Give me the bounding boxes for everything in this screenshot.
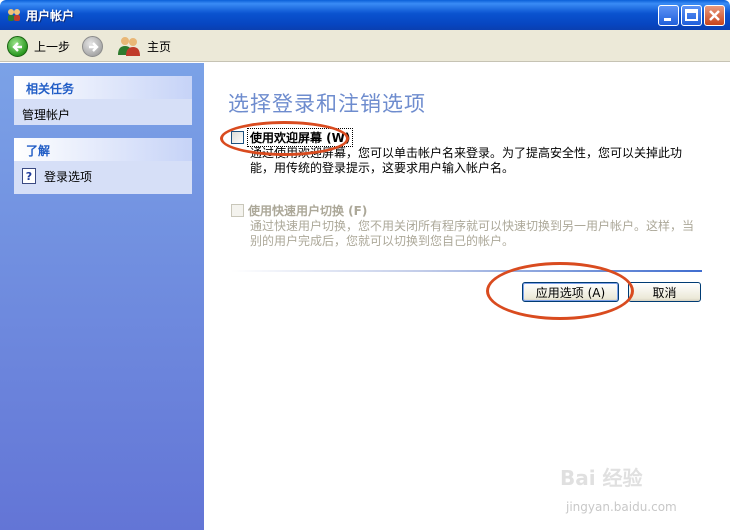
welcome-desc-line1: 通过使用欢迎屏幕，您可以单击帐户名来登录。为了提高安全性，您可以关掉此功 <box>250 146 683 160</box>
window-title: 用户帐户 <box>26 9 75 23</box>
fast-user-switching-description: 通过快速用户切换，您不用关闭所有程序就可以快速切换到另一用户帐户。这样，当 别的… <box>250 219 711 249</box>
divider <box>231 270 702 272</box>
welcome-desc-line2: 能，用传统的登录提示，这要求用户输入帐户名。 <box>250 161 515 175</box>
back-label: 上一步 <box>34 39 71 54</box>
related-tasks-heading: 相关任务 <box>14 76 192 99</box>
related-tasks-panel: 相关任务 管理帐户 <box>14 76 192 125</box>
fast-user-switching-label[interactable]: 使用快速用户切换 (F) <box>248 202 367 219</box>
fast-switch-desc-line1: 通过快速用户切换，您不用关闭所有程序就可以快速切换到另一用户帐户。这样，当 <box>250 219 695 233</box>
welcome-screen-description: 通过使用欢迎屏幕，您可以单击帐户名来登录。为了提高安全性，您可以关掉此功 能，用… <box>250 146 711 176</box>
back-arrow-icon <box>7 35 28 57</box>
toolbar: 上一步 主页 <box>0 30 730 62</box>
maximize-button[interactable] <box>681 5 702 26</box>
welcome-screen-checkbox[interactable] <box>231 130 244 144</box>
welcome-screen-label[interactable]: 使用欢迎屏幕 (W) <box>246 127 354 147</box>
task-pane: 相关任务 管理帐户 了解 ? 登录选项 <box>0 63 204 530</box>
learn-heading: 了解 <box>14 138 192 161</box>
users-app-icon <box>8 9 20 21</box>
home-button[interactable]: 主页 <box>117 34 171 58</box>
baidu-watermark-url: jingyan.baidu.com <box>566 500 677 514</box>
close-button[interactable] <box>704 5 725 26</box>
welcome-screen-option: 使用欢迎屏幕 (W) 通过使用欢迎屏幕，您可以单击帐户名来登录。为了提高安全性，… <box>231 127 711 176</box>
page-title: 选择登录和注销选项 <box>228 92 426 116</box>
manage-accounts-link[interactable]: 管理帐户 <box>22 104 192 124</box>
home-label: 主页 <box>147 39 172 54</box>
apply-options-button[interactable]: 应用选项 (A) <box>522 282 619 302</box>
back-button[interactable]: 上一步 <box>7 34 70 58</box>
maximize-icon <box>685 9 698 21</box>
minimize-icon <box>664 18 671 21</box>
cancel-button[interactable]: 取消 <box>628 282 701 302</box>
minimize-button[interactable] <box>658 5 679 26</box>
login-options-label: 登录选项 <box>44 169 93 184</box>
forward-button[interactable] <box>82 34 103 58</box>
baidu-watermark: Bai 经验 <box>560 466 643 490</box>
forward-arrow-icon <box>82 35 103 57</box>
users-icon <box>118 37 140 56</box>
close-icon <box>709 10 720 21</box>
title-bar: 用户帐户 <box>0 0 730 30</box>
help-icon: ? <box>22 168 36 184</box>
fast-switch-desc-line2: 别的用户完成后，您就可以切换到您自己的帐户。 <box>250 234 515 248</box>
fast-user-switching-option: 使用快速用户切换 (F) 通过快速用户切换，您不用关闭所有程序就可以快速切换到另… <box>231 202 711 249</box>
fast-user-switching-checkbox[interactable] <box>231 203 244 217</box>
login-options-link[interactable]: ? 登录选项 <box>22 166 192 186</box>
learn-panel: 了解 ? 登录选项 <box>14 138 192 194</box>
main-content: 选择登录和注销选项 使用欢迎屏幕 (W) 通过使用欢迎屏幕，您可以单击帐户名来登… <box>204 63 726 526</box>
